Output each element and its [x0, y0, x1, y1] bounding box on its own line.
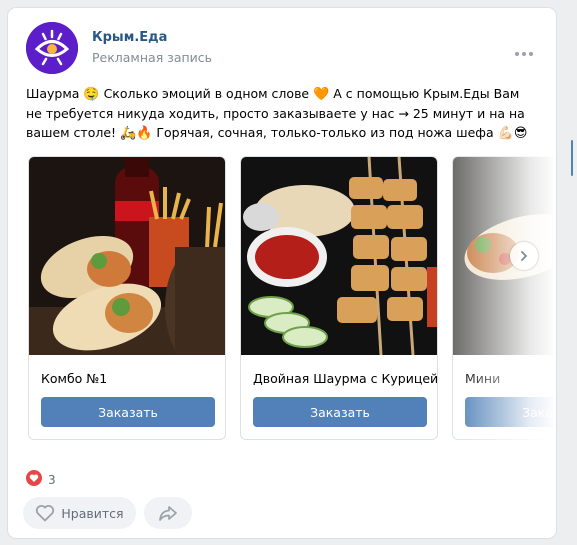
post-text: Шаурма 🤤 Сколько эмоций в одном слове 🧡 …	[26, 84, 534, 143]
like-label: Нравится	[61, 505, 124, 521]
carousel-item[interactable]: Комбо №1 Заказать	[28, 156, 226, 440]
wrap-photo	[453, 157, 556, 355]
reactions-summary[interactable]: 3	[26, 470, 56, 490]
ad-post: Крым.Еда Рекламная запись Шаурма 🤤 Сколь…	[8, 8, 556, 538]
sunglasses-emoji-icon: 😎	[513, 126, 528, 141]
orange-heart-emoji-icon: 🧡	[313, 87, 330, 102]
carousel-item[interactable]: Двойная Шаурма с Курицей Заказать	[240, 156, 438, 440]
order-button[interactable]: Заказать	[41, 397, 215, 427]
skewer-photo	[241, 157, 437, 355]
more-options-icon[interactable]	[514, 42, 534, 56]
product-name: Мини	[465, 371, 501, 386]
like-button[interactable]: Нравится	[23, 497, 136, 529]
post-text-part: Горячая, сочная, только-только из под но…	[152, 125, 498, 140]
ad-label: Рекламная запись	[92, 50, 213, 65]
author-name[interactable]: Крым.Еда	[92, 30, 167, 45]
avatar[interactable]	[26, 22, 78, 74]
scrollbar-thumb[interactable]	[571, 140, 573, 176]
product-name: Комбо №1	[41, 371, 108, 386]
scooter-emoji-icon: 🛵	[120, 126, 137, 141]
post-text-part: Шаурма	[26, 86, 84, 101]
product-carousel: Комбо №1 Заказать Двойная Шаурма с Куриц…	[28, 156, 556, 441]
likes-count: 3	[48, 473, 56, 487]
page: Крым.Еда Рекламная запись Шаурма 🤤 Сколь…	[0, 0, 577, 545]
share-icon	[159, 506, 177, 521]
fire-emoji-icon: 🔥	[136, 126, 153, 141]
chevron-right-icon[interactable]	[510, 242, 538, 270]
brand-eye-icon	[26, 22, 78, 74]
heart-reaction-icon	[26, 470, 42, 490]
drooling-face-emoji-icon: 🤤	[83, 87, 100, 102]
share-button[interactable]	[144, 497, 192, 529]
order-button[interactable]: Заказать	[253, 397, 427, 427]
post-text-part: Сколько эмоций в одном слове	[99, 86, 314, 101]
combo-photo	[29, 157, 225, 355]
product-name: Двойная Шаурма с Курицей	[253, 371, 438, 386]
order-button[interactable]: Заказать	[465, 397, 556, 427]
flexed-bicep-emoji-icon: 💪🏻	[497, 126, 514, 141]
heart-icon	[36, 505, 55, 522]
carousel-item[interactable]: Мини Заказать	[452, 156, 556, 440]
